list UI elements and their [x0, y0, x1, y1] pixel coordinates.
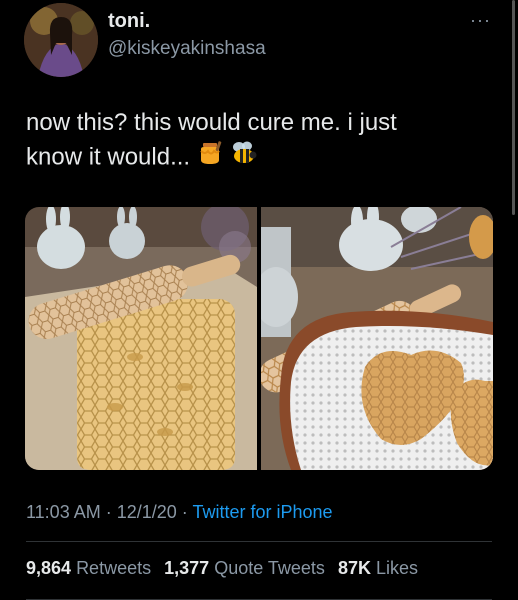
retweets-label: Retweets [76, 558, 152, 578]
author-name[interactable]: toni. [108, 10, 150, 33]
quotes-label: Quote Tweets [214, 558, 325, 578]
quote-tweets-stat[interactable]: 1,377 Quote Tweets [164, 558, 325, 578]
tweet-text-line2: know it would... [26, 143, 191, 171]
tweet-media[interactable] [25, 207, 493, 470]
meta-separator: · [100, 502, 117, 522]
meta-separator: · [176, 502, 193, 522]
honey-pot-icon [197, 140, 223, 176]
tweet-text-line1: now this? this would cure me. i just [26, 109, 397, 136]
tweet-stats: 9,864 Retweets 1,377 Quote Tweets 87K Li… [26, 558, 426, 579]
bee-icon [229, 140, 259, 176]
tweet-meta: 11:03 AM · 12/1/20 · Twitter for iPhone [26, 502, 333, 523]
likes-count: 87K [337, 558, 371, 578]
tweet-source-link[interactable]: Twitter for iPhone [192, 502, 332, 522]
retweets-count: 9,864 [26, 558, 72, 578]
photo-rolling-pin-dough[interactable] [25, 207, 257, 470]
photo-basket-cookies[interactable] [261, 207, 493, 470]
author-handle[interactable]: @kiskeyakinshasa [108, 38, 266, 60]
tweet-time[interactable]: 11:03 AM [26, 502, 101, 522]
likes-stat[interactable]: 87K Likes [338, 558, 418, 578]
tweet-date[interactable]: 12/1/20 [117, 502, 177, 522]
divider [26, 541, 492, 542]
avatar[interactable] [24, 3, 98, 77]
scrollbar[interactable] [512, 0, 515, 215]
retweets-stat[interactable]: 9,864 Retweets [26, 558, 151, 578]
likes-label: Likes [375, 558, 419, 578]
tweet-text: now this? this would cure me. i just kno… [26, 106, 476, 176]
quotes-count: 1,377 [164, 558, 210, 578]
more-options-icon[interactable]: ··· [470, 10, 491, 31]
